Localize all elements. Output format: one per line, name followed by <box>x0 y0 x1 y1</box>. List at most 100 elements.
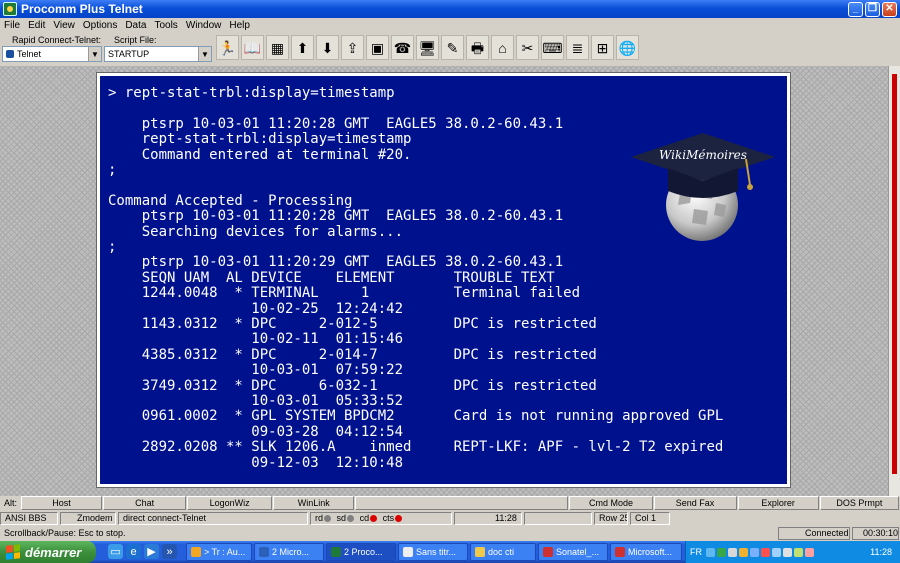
send-file-icon[interactable]: ⬆ <box>291 35 314 60</box>
rapid-connect-group: Rapid Connect-Telnet: Telnet ▼ <box>2 35 102 62</box>
update-icon[interactable] <box>739 547 748 557</box>
bluetooth-icon[interactable] <box>750 547 759 557</box>
maximize-button[interactable]: ❐ <box>865 1 880 17</box>
telnet-icon <box>6 50 14 58</box>
vertical-scrollbar[interactable] <box>888 66 900 496</box>
fkey-blank[interactable] <box>355 496 569 510</box>
more-quicklaunch-icon[interactable]: » <box>162 544 177 559</box>
menu-view[interactable]: View <box>49 20 79 31</box>
minimize-button[interactable]: _ <box>848 1 863 17</box>
taskbar-button[interactable]: Sonatel_... <box>538 543 608 561</box>
network-icon[interactable] <box>706 547 715 557</box>
tray-icons <box>706 547 870 557</box>
scroll-indicator <box>892 74 897 474</box>
terminal-line: ptsrp 10-03-01 11:20:28 GMT EAGLE5 38.0.… <box>108 115 564 132</box>
notes-icon[interactable]: ≣ <box>566 35 589 60</box>
terminal-line: ; <box>108 239 117 255</box>
chat-icon[interactable]: ⌨ <box>541 35 564 60</box>
media-player-icon[interactable]: ▶ <box>144 544 159 559</box>
terminal-line: 10-02-11 01:15:46 <box>108 331 404 348</box>
fkey-send-fax[interactable]: Send Fax <box>653 496 737 510</box>
upload-icon[interactable]: ⇪ <box>341 35 364 60</box>
taskbar-buttons: > Tr : Au... 2 Micro... 2 Proco... Sans tit… <box>186 543 682 561</box>
led-cts-label: cts <box>382 513 395 523</box>
show-desktop-icon[interactable]: ▭ <box>108 544 123 559</box>
messenger-icon[interactable] <box>772 547 781 557</box>
phone-icon[interactable]: ☎ <box>391 35 414 60</box>
setup-icon[interactable]: ✂ <box>516 35 539 60</box>
task-app-icon <box>191 547 201 557</box>
chevron-down-icon[interactable]: ▼ <box>88 47 101 61</box>
internet-icon[interactable]: 🌐 <box>616 35 639 60</box>
script-file-combo[interactable]: STARTUP ▼ <box>104 46 212 62</box>
taskbar-button[interactable]: doc cti <box>470 543 536 561</box>
fkey-winlink[interactable]: WinLink <box>273 496 355 510</box>
protocol-status[interactable]: Zmodem <box>60 512 116 525</box>
menu-tools[interactable]: Tools <box>150 20 181 31</box>
fkey-explorer[interactable]: Explorer <box>737 496 819 510</box>
wikimemoires-logo: WikiMémoires <box>628 133 778 243</box>
task-app-icon <box>543 547 553 557</box>
fkey-chat[interactable]: Chat <box>103 496 187 510</box>
terminal-line: ptsrp 10-03-01 11:20:29 GMT EAGLE5 38.0.… <box>108 254 564 271</box>
meta-keys-icon[interactable]: ⊞ <box>591 35 614 60</box>
taskbar-button[interactable]: 2 Micro... <box>254 543 324 561</box>
taskbar-clock[interactable]: 11:28 <box>870 547 900 557</box>
window-title: Procomm Plus Telnet <box>21 2 143 16</box>
clear-screen-icon[interactable]: ✎ <box>441 35 464 60</box>
rapid-connect-combo[interactable]: Telnet ▼ <box>2 46 102 62</box>
script-file-group: Script File: STARTUP ▼ <box>104 35 212 62</box>
led-cd-icon <box>370 515 378 522</box>
led-rd-label: rd <box>315 513 324 523</box>
receive-file-icon[interactable]: ⬇ <box>316 35 339 60</box>
language-indicator[interactable]: FR <box>686 547 706 557</box>
menu-file[interactable]: File <box>0 20 24 31</box>
scrollback-hint: Scrollback/Pause: Esc to stop. <box>4 528 126 538</box>
antivirus-icon[interactable] <box>717 547 726 557</box>
terminal-screen-icon[interactable]: ▣ <box>366 35 389 60</box>
menu-edit[interactable]: Edit <box>24 20 49 31</box>
taskbar-button[interactable]: 2 Proco... <box>326 543 396 561</box>
fkey-cmd-mode[interactable]: Cmd Mode <box>569 496 653 510</box>
menu-bar: File Edit View Options Data Tools Window… <box>0 18 900 33</box>
menu-help[interactable]: Help <box>225 20 254 31</box>
task-app-icon <box>403 547 413 557</box>
capture-icon[interactable]: ⌂ <box>491 35 514 60</box>
task-label: doc cti <box>488 547 515 557</box>
terminal-line: 1143.0312 * DPC 2-012-5 DPC is restricte… <box>108 316 597 332</box>
battery-icon[interactable] <box>794 547 803 557</box>
terminal-line: 09-12-03 12:10:48 <box>108 454 404 471</box>
chevron-down-icon[interactable]: ▼ <box>198 47 211 61</box>
start-button[interactable]: démarrer <box>0 541 96 563</box>
security-icon[interactable] <box>761 547 770 557</box>
tray-app-icon[interactable] <box>805 547 814 557</box>
title-bar: Procomm Plus Telnet _ ❐ ✕ <box>0 0 900 18</box>
emulation-status[interactable]: ANSI BBS <box>0 512 58 525</box>
volume-icon[interactable] <box>728 547 737 557</box>
led-sd-icon <box>347 515 355 522</box>
fkey-logonwiz[interactable]: LogonWiz <box>187 496 273 510</box>
menu-options[interactable]: Options <box>79 20 121 31</box>
task-label: 2 Micro... <box>272 547 310 557</box>
dialing-directory-icon[interactable]: 📖 <box>241 35 264 60</box>
terminal-line: Searching devices for alarms... <box>108 223 404 240</box>
taskbar-button[interactable]: Microsoft... <box>610 543 682 561</box>
taskbar-button[interactable]: Sans titr... <box>398 543 468 561</box>
monitor-icon[interactable]: 🖥 <box>416 35 439 60</box>
fkey-host[interactable]: Host <box>20 496 103 510</box>
led-cd-label: cd <box>359 513 370 523</box>
menu-window[interactable]: Window <box>182 20 226 31</box>
procomm-app-icon[interactable] <box>3 2 17 16</box>
mode-icon[interactable]: ▦ <box>266 35 289 60</box>
print-icon[interactable]: 🖶 <box>466 35 489 60</box>
task-app-icon <box>331 547 341 557</box>
printer-icon[interactable] <box>783 547 792 557</box>
menu-data[interactable]: Data <box>121 20 150 31</box>
fkey-dos-prmpt[interactable]: DOS Prmpt <box>819 496 900 510</box>
run-script-icon[interactable]: 🏃 <box>216 35 239 60</box>
connection-status[interactable]: direct connect-Telnet <box>118 512 308 525</box>
close-button[interactable]: ✕ <box>882 1 897 17</box>
taskbar-button[interactable]: > Tr : Au... <box>186 543 252 561</box>
toolbar: Rapid Connect-Telnet: Telnet ▼ Script Fi… <box>0 33 900 66</box>
internet-explorer-icon[interactable]: e <box>126 544 141 559</box>
